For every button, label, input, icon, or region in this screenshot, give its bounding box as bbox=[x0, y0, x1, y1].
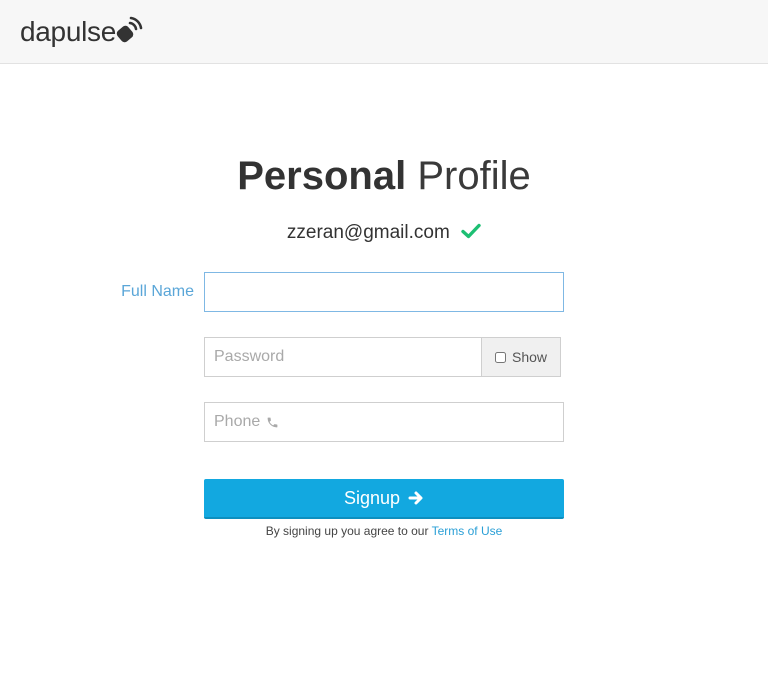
page-title: Personal Profile bbox=[0, 150, 768, 202]
password-input[interactable] bbox=[204, 337, 482, 377]
signup-button[interactable]: Signup bbox=[204, 479, 564, 519]
terms-of-use-link[interactable]: Terms of Use bbox=[432, 524, 503, 538]
full-name-label: Full Name bbox=[121, 283, 194, 300]
show-password-checkbox[interactable] bbox=[495, 351, 506, 363]
phone-field[interactable] bbox=[204, 402, 564, 442]
terms-notice: By signing up you agree to our Terms of … bbox=[0, 524, 768, 538]
phone-icon bbox=[267, 417, 278, 427]
brand-logo[interactable]: dapulse bbox=[20, 14, 146, 50]
page-title-light: Profile bbox=[417, 154, 531, 198]
top-bar: dapulse bbox=[0, 0, 768, 64]
user-email: zzeran@gmail.com bbox=[286, 222, 450, 243]
dapulse-logo-icon bbox=[116, 16, 143, 43]
full-name-input[interactable] bbox=[204, 272, 564, 312]
show-password-label: Show bbox=[512, 349, 548, 365]
check-icon bbox=[461, 223, 481, 239]
page-title-bold: Personal bbox=[237, 154, 407, 198]
terms-text: By signing up you agree to our bbox=[265, 524, 429, 538]
brand-name: dapulse bbox=[20, 16, 116, 47]
show-password-toggle[interactable]: Show bbox=[481, 337, 561, 377]
phone-input[interactable] bbox=[214, 413, 264, 431]
signup-label: Signup bbox=[343, 487, 401, 508]
email-row: zzeran@gmail.com bbox=[0, 220, 768, 246]
arrow-right-icon bbox=[408, 491, 423, 505]
